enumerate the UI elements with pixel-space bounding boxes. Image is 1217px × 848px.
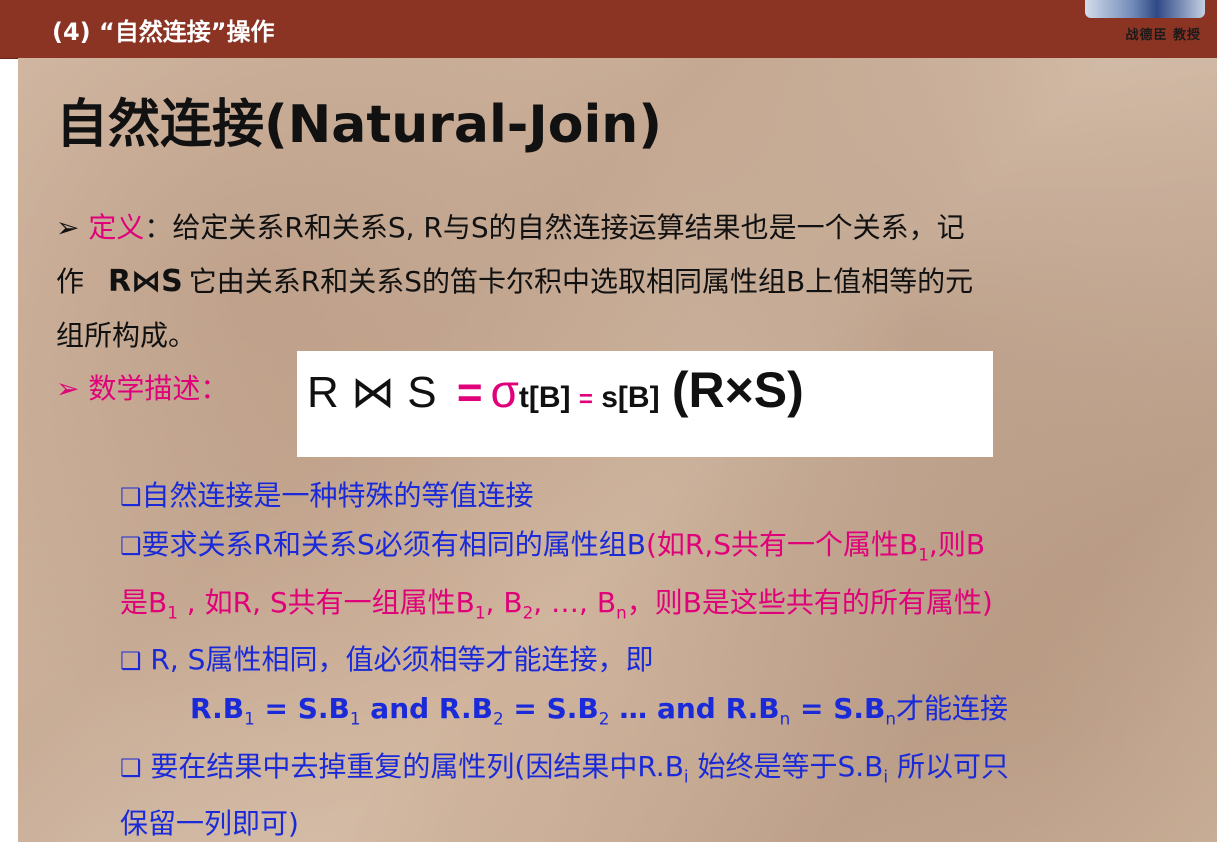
math-label-text: 数学描述 xyxy=(88,372,201,405)
definition-text-2: 它由关系R和关系S的笛卡尔积中选取相同属性组B上值相等的元 xyxy=(188,265,974,298)
eq-text: R.B xyxy=(190,692,245,726)
formula-box: R ⋈ S = σt[B] = s[B] (R×S) xyxy=(297,351,993,457)
header-bar: (4) “自然连接”操作 战德臣 教授 xyxy=(0,0,1217,59)
colon: ： xyxy=(200,372,229,405)
logo: 战德臣 教授 xyxy=(1085,0,1205,48)
subscript: n xyxy=(885,708,897,729)
slide-body: 自然连接(Natural-Join) ➢ 定义：给定关系R和关系S, R与S的自… xyxy=(18,58,1217,842)
checkbox-bullet-icon: ❑ xyxy=(120,483,142,511)
definition-line-1: ➢ 定义：给定关系R和关系S, R与S的自然连接运算结果也是一个关系，记 xyxy=(56,201,1176,255)
bullet-note: (如R,S共有一个属性B1,则B xyxy=(645,528,986,565)
note-text: , …, B xyxy=(533,585,617,619)
subscript: 1 xyxy=(474,602,486,623)
bullet-text: 要求关系R和关系S必须有相同的属性组B xyxy=(141,528,646,561)
subscript: n xyxy=(779,708,791,729)
definition-prefix: 作 xyxy=(56,265,85,298)
subscript: 1 xyxy=(167,602,178,623)
natural-join-symbol: R⋈S xyxy=(108,264,183,299)
eq-text: and R.B xyxy=(360,692,493,726)
note-text: ,则B xyxy=(928,528,986,561)
bullet-arrow-icon: ➢ xyxy=(56,372,80,405)
eq-text: 才能连接 xyxy=(896,692,1009,726)
definition-paragraph: ➢ 定义：给定关系R和关系S, R与S的自然连接运算结果也是一个关系，记 作 R⋈… xyxy=(56,201,1176,363)
bullet-text: 始终是等于S.B xyxy=(688,749,884,783)
condition-equals: = xyxy=(578,386,593,413)
equality-condition-line: R.B1 = S.B1 and R.B2 = S.B2 … and R.Bn =… xyxy=(120,685,1180,743)
slide-heading: 自然连接(Natural-Join) xyxy=(56,95,663,155)
eq-text: = S.B xyxy=(254,692,350,726)
checkbox-bullet-icon: ❑ xyxy=(120,753,142,782)
bullet-item-2-continued: 是B1 , 如R, S共有一组属性B1, B2, …, Bn，则B是这些共有的所… xyxy=(120,579,1180,637)
bullet-text: R, S属性相同，值必须相等才能连接，即 xyxy=(141,643,654,677)
logo-graphic xyxy=(1085,0,1205,18)
formula-rhs: (R×S) xyxy=(671,362,804,418)
sigma-symbol: σ xyxy=(490,365,519,417)
eq-text: = S.B xyxy=(503,692,599,726)
condition-left: t[B] xyxy=(518,381,571,414)
note-text: 是B xyxy=(120,585,168,619)
checkbox-bullet-icon: ❑ xyxy=(120,532,142,560)
bullet-text: 要在结果中去掉重复的属性列(因结果中R.B xyxy=(141,749,684,783)
subscript: 2 xyxy=(598,708,610,729)
bullet-item-3: ❑ R, S属性相同，值必须相等才能连接，即 xyxy=(120,636,1180,685)
bullet-arrow-icon: ➢ xyxy=(56,211,80,244)
subscript: 1 xyxy=(349,708,361,729)
note-text: , B xyxy=(485,585,523,619)
bullet-list: ❑自然连接是一种特殊的等值连接 ❑要求关系R和关系S必须有相同的属性组B(如R,… xyxy=(120,472,1180,848)
note-text: (如R,S共有一个属性B xyxy=(645,528,919,561)
bullet-text: 自然连接是一种特殊的等值连接 xyxy=(141,479,534,512)
subscript: 2 xyxy=(492,708,504,729)
subscript: 1 xyxy=(244,708,255,729)
subscript: n xyxy=(616,602,627,623)
eq-text: … and R.B xyxy=(609,692,780,726)
logo-caption: 战德臣 教授 xyxy=(1125,28,1201,43)
section-title: (4) “自然连接”操作 xyxy=(52,18,275,46)
definition-label: 定义 xyxy=(88,211,145,244)
formula-lhs: R ⋈ S xyxy=(307,368,437,417)
selection-condition: t[B] = s[B] xyxy=(519,381,660,414)
subscript: 2 xyxy=(522,602,534,623)
note-text: , 如R, S共有一组属性B xyxy=(177,585,475,619)
bullet-item-1: ❑自然连接是一种特殊的等值连接 xyxy=(120,472,1180,521)
formula-equals: = xyxy=(456,368,483,417)
bullet-text: 所以可只 xyxy=(888,749,1009,783)
math-label: ➢ 数学描述： xyxy=(56,367,228,407)
eq-text: = S.B xyxy=(790,692,886,726)
colon: ： xyxy=(144,211,173,244)
condition-right: s[B] xyxy=(601,381,660,414)
definition-line-2: 作 R⋈S 它由关系R和关系S的笛卡尔积中选取相同属性组B上值相等的元 xyxy=(56,255,1176,309)
natural-join-formula: R ⋈ S = σt[B] = s[B] (R×S) xyxy=(307,361,804,419)
bullet-item-4: ❑ 要在结果中去掉重复的属性列(因结果中R.Bi 始终是等于S.Bi 所以可只 xyxy=(120,743,1180,801)
bullet-item-2: ❑要求关系R和关系S必须有相同的属性组B(如R,S共有一个属性B1,则B xyxy=(120,521,1180,579)
checkbox-bullet-icon: ❑ xyxy=(120,647,142,676)
subscript: 1 xyxy=(918,544,929,565)
definition-text-1: 给定关系R和关系S, R与S的自然连接运算结果也是一个关系，记 xyxy=(172,211,965,244)
bullet-item-4-continued: 保留一列即可) xyxy=(120,807,299,841)
note-text: ，则B是这些共有的所有属性) xyxy=(626,585,993,619)
